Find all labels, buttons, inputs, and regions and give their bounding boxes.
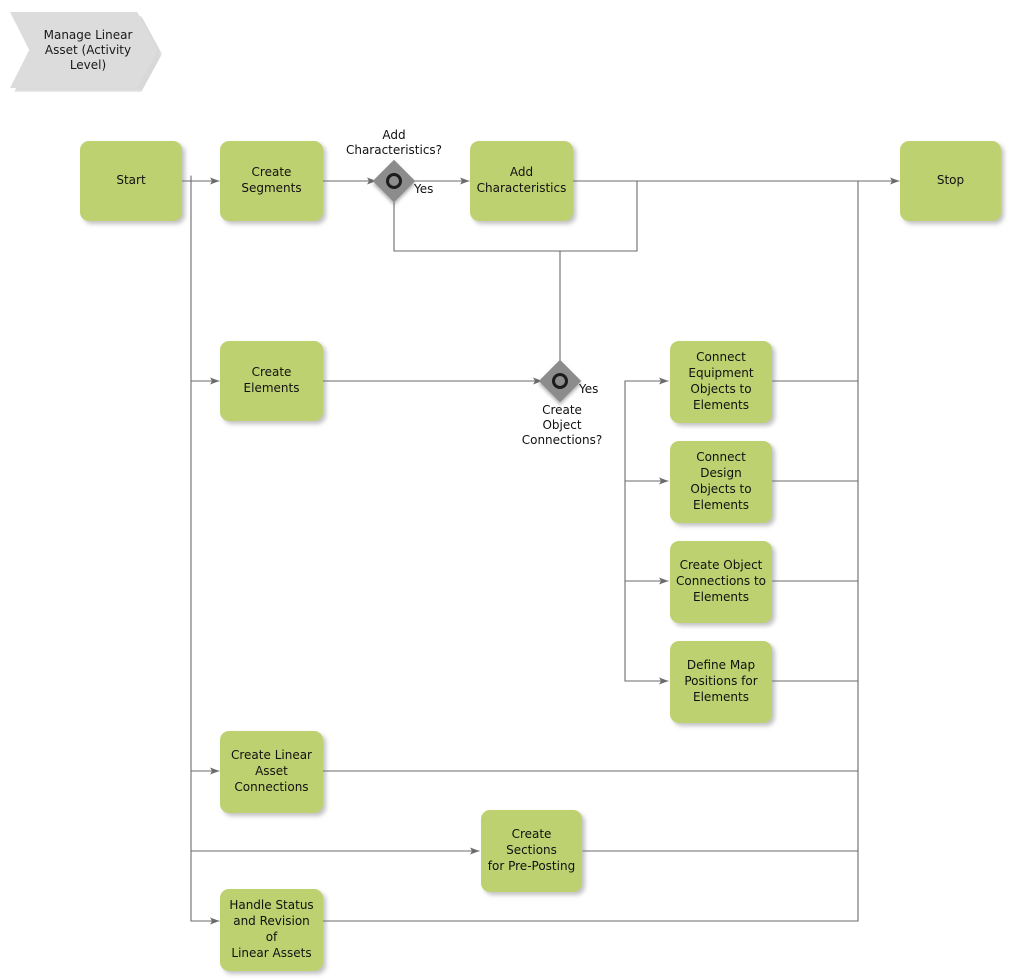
node-stop[interactable]: Stop: [900, 141, 1001, 221]
banner-label: Manage Linear Asset (Activity Level): [43, 27, 133, 72]
node-create-elements[interactable]: Create Elements: [220, 341, 323, 421]
diagram-banner: Manage Linear Asset (Activity Level): [10, 12, 158, 88]
node-handle-status-and-revision-of-linear-assets[interactable]: Handle Status and Revision of Linear Ass…: [220, 889, 323, 971]
gateway-ring-icon: [386, 173, 402, 189]
node-connect-equipment-objects-to-elements[interactable]: Connect Equipment Objects to Elements: [670, 341, 772, 423]
node-create-object-connections-to-elements[interactable]: Create Object Connections to Elements: [670, 541, 772, 623]
node-create-linear-asset-connections[interactable]: Create Linear Asset Connections: [220, 731, 323, 813]
gateway-create-object-connections-decision[interactable]: [538, 359, 582, 403]
gateway-add-characteristics-decision[interactable]: [372, 159, 416, 203]
node-define-map-positions-for-elements[interactable]: Define Map Positions for Elements: [670, 641, 772, 723]
flowchart-canvas: Manage Linear Asset (Activity Level) Sta…: [0, 0, 1010, 980]
node-connect-design-objects-to-elements[interactable]: Connect Design Objects to Elements: [670, 441, 772, 523]
node-add-characteristics[interactable]: Add Characteristics: [470, 141, 573, 221]
gateway2-yes-label: Yes: [579, 382, 599, 396]
node-start[interactable]: Start: [80, 141, 182, 221]
gateway1-question-label: Add Characteristics?: [345, 128, 443, 157]
node-create-sections-for-pre-posting[interactable]: Create Sections for Pre-Posting: [481, 810, 582, 892]
gateway2-question-label: Create Object Connections?: [521, 403, 603, 447]
gateway-ring-icon: [552, 373, 568, 389]
node-create-segments[interactable]: Create Segments: [220, 141, 323, 221]
gateway1-yes-label: Yes: [414, 182, 434, 196]
